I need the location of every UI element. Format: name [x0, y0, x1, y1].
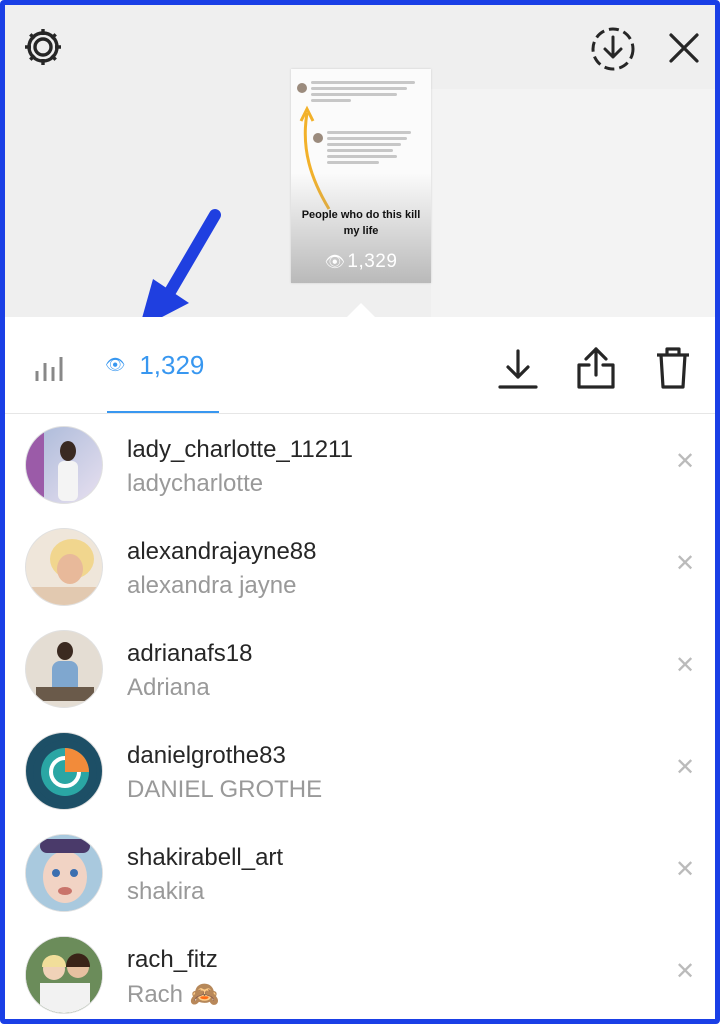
story-preview-area: People who do this kill my life 👁 1,329: [5, 5, 715, 319]
tab-viewers[interactable]: 👁 1,329: [105, 345, 204, 385]
close-small-icon[interactable]: ✕: [675, 552, 695, 576]
bar-chart-icon[interactable]: [33, 353, 65, 383]
trash-icon[interactable]: [655, 345, 691, 391]
story-viewers-screen: People who do this kill my life 👁 1,329 👁…: [0, 0, 720, 1024]
viewer-name: ladycharlotte: [127, 470, 264, 497]
viewer-name: DANIEL GROTHE: [127, 776, 323, 803]
close-icon[interactable]: [665, 29, 703, 67]
avatar[interactable]: [25, 834, 103, 912]
share-icon[interactable]: [575, 345, 617, 391]
avatar[interactable]: [25, 936, 103, 1014]
eye-icon: 👁: [105, 357, 126, 374]
close-small-icon[interactable]: ✕: [675, 654, 695, 678]
story-preview-blank-area: [431, 89, 715, 317]
viewer-username[interactable]: danielgrothe83: [127, 742, 286, 770]
close-small-icon[interactable]: ✕: [675, 450, 695, 474]
story-toolbar: 👁 1,329: [5, 317, 715, 414]
story-view-count-value: 1,329: [347, 251, 398, 272]
list-item[interactable]: danielgrothe83 DANIEL GROTHE ✕: [5, 720, 715, 822]
list-item[interactable]: rach_fitz Rach 🙈 ✕: [5, 924, 715, 1019]
viewer-username[interactable]: alexandrajayne88: [127, 538, 316, 566]
close-small-icon[interactable]: ✕: [675, 858, 695, 882]
viewer-count: 1,329: [139, 349, 205, 380]
viewer-username[interactable]: rach_fitz: [127, 946, 218, 974]
list-item[interactable]: shakirabell_art shakira ✕: [5, 822, 715, 924]
viewer-username[interactable]: shakirabell_art: [127, 844, 283, 872]
viewer-name: shakira: [127, 878, 205, 905]
viewer-name: alexandra jayne: [127, 572, 297, 599]
eye-icon: 👁: [324, 254, 346, 271]
viewer-username[interactable]: lady_charlotte_11211: [127, 436, 353, 464]
download-circle-icon[interactable]: [589, 25, 637, 73]
viewers-list: lady_charlotte_11211 ladycharlotte ✕ ale…: [5, 414, 715, 1019]
avatar[interactable]: [25, 630, 103, 708]
viewer-username[interactable]: adrianafs18: [127, 640, 252, 668]
avatar[interactable]: [25, 732, 103, 810]
download-icon[interactable]: [497, 347, 539, 391]
list-item[interactable]: alexandrajayne88 alexandra jayne ✕: [5, 516, 715, 618]
story-view-count: 👁 1,329: [291, 251, 431, 273]
viewer-name: Adriana: [127, 674, 210, 701]
viewer-name: Rach 🙈: [127, 981, 220, 1008]
close-small-icon[interactable]: ✕: [675, 756, 695, 780]
avatar[interactable]: [25, 426, 103, 504]
list-item[interactable]: adrianafs18 Adriana ✕: [5, 618, 715, 720]
tab-indicator: [107, 411, 219, 413]
story-caption: People who do this kill my life: [301, 209, 421, 237]
story-thumbnail[interactable]: People who do this kill my life 👁 1,329: [291, 69, 431, 283]
annotation-arrow-icon: [139, 209, 221, 329]
gear-icon[interactable]: [21, 25, 65, 69]
avatar[interactable]: [25, 528, 103, 606]
list-item[interactable]: lady_charlotte_11211 ladycharlotte ✕: [5, 414, 715, 516]
close-small-icon[interactable]: ✕: [675, 960, 695, 984]
